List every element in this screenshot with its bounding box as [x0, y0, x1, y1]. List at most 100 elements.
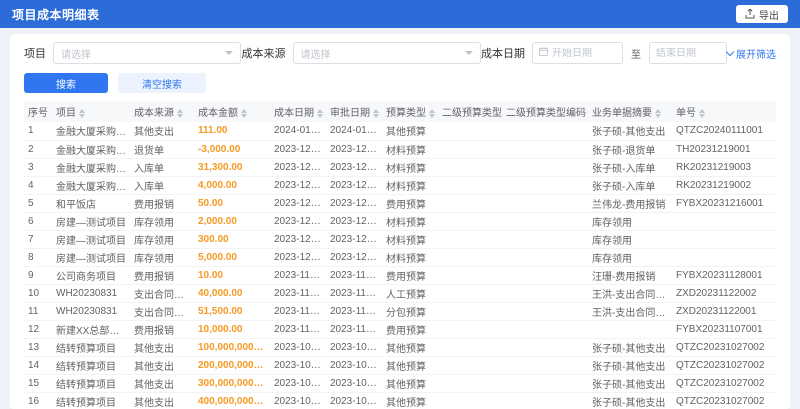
cell-project: 结转预算项目 — [52, 374, 130, 393]
cell-approve_date: 2023-12-11 — [326, 230, 382, 249]
column-header[interactable]: 成本日期 — [270, 101, 326, 122]
column-label: 二级预算类型 — [442, 108, 502, 119]
table-row[interactable]: 10 WH20230831 支出合同执行 40,000.00 2023-11-22 202… — [24, 284, 776, 303]
cell-source: 库存领用 — [130, 248, 194, 267]
table-row[interactable]: 3 金融大厦采购项目 入库单 31,300.00 2023-12-19 2023-12-1… — [24, 158, 776, 177]
cell-doc_title: 张子硕-入库单 — [588, 176, 672, 195]
cell-doc_no: QTZC20231027002 — [672, 356, 776, 375]
column-label: 成本金额 — [198, 108, 238, 119]
column-header[interactable]: 成本来源 — [130, 101, 194, 122]
table-row[interactable]: 2 金融大厦采购项目 退货单 -3,000.00 2023-12-19 2023-12-1… — [24, 140, 776, 159]
column-header[interactable]: 项目 — [52, 101, 130, 122]
cell-sub_code — [502, 176, 588, 195]
cell-approve_date: 2023-10-27 — [326, 374, 382, 393]
table-row[interactable]: 16 结转预算项目 其他支出 400,000,000.00 2023-10-27 2023… — [24, 392, 776, 409]
sort-icon[interactable] — [177, 108, 183, 118]
export-button[interactable]: 导出 — [736, 5, 788, 23]
expand-filter-link[interactable]: 展开筛选 — [725, 46, 776, 61]
cell-sub_type — [438, 284, 502, 303]
cell-doc_no — [672, 248, 776, 267]
table-row[interactable]: 1 金融大厦采购项目 其他支出 111.00 2024-01-11 2024-01-11 其… — [24, 122, 776, 141]
cell-source: 退货单 — [130, 140, 194, 159]
content-card: 项目 请选择 成本来源 请选择 成本日期 至 — [10, 34, 790, 409]
table-row[interactable]: 5 和平饭店 费用报销 50.00 2023-12-16 2023-12-16 费用预算 兰伟… — [24, 194, 776, 213]
cell-sub_type — [438, 248, 502, 267]
sort-icon[interactable] — [429, 108, 435, 118]
cell-source: 库存领用 — [130, 230, 194, 249]
column-header[interactable]: 审批日期 — [326, 101, 382, 122]
cell-sub_type — [438, 392, 502, 409]
cell-amount: 51,500.00 — [194, 302, 270, 321]
search-button[interactable]: 搜索 — [24, 73, 108, 93]
column-header[interactable]: 单号 — [672, 101, 776, 122]
sort-icon[interactable] — [79, 108, 85, 118]
column-header[interactable]: 二级预算类型编码 — [502, 101, 588, 122]
action-buttons: 搜索 清空搜索 — [24, 73, 776, 93]
sort-icon[interactable] — [241, 108, 247, 118]
cell-budget_type: 材料预算 — [382, 140, 438, 159]
sort-icon[interactable] — [655, 108, 661, 118]
date-start-input[interactable] — [552, 47, 616, 59]
cell-cost_date: 2023-12-19 — [270, 176, 326, 195]
cell-amount: 4,000.00 — [194, 176, 270, 195]
sort-icon[interactable] — [373, 108, 379, 118]
cell-source: 费用报销 — [130, 194, 194, 213]
cell-sub_type — [438, 212, 502, 231]
source-select[interactable]: 请选择 — [292, 42, 481, 64]
column-header[interactable]: 成本金额 — [194, 101, 270, 122]
cell-amount: 10.00 — [194, 266, 270, 285]
sort-icon[interactable] — [699, 108, 705, 118]
cell-sub_type — [438, 140, 502, 159]
column-label: 预算类型 — [386, 108, 426, 119]
cell-approve_date: 2023-12-11 — [326, 212, 382, 231]
cell-approve_date: 2023-10-27 — [326, 392, 382, 409]
cell-doc_no: RK20231219003 — [672, 158, 776, 177]
cell-budget_type: 材料预算 — [382, 176, 438, 195]
cell-doc_title: 库存领用 — [588, 248, 672, 267]
cell-sub_code — [502, 284, 588, 303]
cell-cost_date: 2023-12-19 — [270, 140, 326, 159]
cell-doc_title: 兰伟龙-费用报销 — [588, 194, 672, 213]
column-label: 二级预算类型编码 — [506, 108, 586, 119]
cell-cost_date: 2023-10-27 — [270, 338, 326, 357]
cell-cost_date: 2023-12-19 — [270, 158, 326, 177]
clear-search-button[interactable]: 清空搜索 — [118, 73, 206, 93]
table-row[interactable]: 4 金融大厦采购项目 入库单 4,000.00 2023-12-19 2023-12-19… — [24, 176, 776, 195]
cell-sub_code — [502, 338, 588, 357]
project-select[interactable]: 请选择 — [53, 42, 241, 64]
date-start-box[interactable] — [532, 42, 623, 64]
source-filter-label: 成本来源 — [241, 48, 286, 60]
cell-project: 金融大厦采购项目 — [52, 140, 130, 159]
cell-cost_date: 2023-12-16 — [270, 194, 326, 213]
column-header[interactable]: 预算类型 — [382, 101, 438, 122]
cell-doc_no: FYBX20231216001 — [672, 194, 776, 213]
column-header[interactable]: 业务单据摘要 — [588, 101, 672, 122]
table-row[interactable]: 6 房建—测试项目 库存领用 2,000.00 2023-12-11 2023-12-11… — [24, 212, 776, 231]
cell-doc_title: 王洪-支出合同执行 — [588, 284, 672, 303]
cell-doc_no: QTZC20231027002 — [672, 338, 776, 357]
cell-source: 其他支出 — [130, 356, 194, 375]
table-row[interactable]: 7 房建—测试项目 库存领用 300.00 2023-12-11 2023-12-11 材料… — [24, 230, 776, 249]
cell-project: 公司商务项目 — [52, 266, 130, 285]
cell-amount: 40,000.00 — [194, 284, 270, 303]
table-header-row: 序号 项目 成本来源 成本金额 成本日期 审批日期 预算类型 二级预算类型 二级预算类型编码 业务… — [24, 101, 776, 122]
cell-doc_title: 张子硕-入库单 — [588, 158, 672, 177]
column-header[interactable]: 二级预算类型 — [438, 101, 502, 122]
table-row[interactable]: 11 WH20230831 支出合同执行 51,500.00 2023-11-22 202… — [24, 302, 776, 321]
sort-icon[interactable] — [317, 108, 323, 118]
table-row[interactable]: 8 房建—测试项目 库存领用 5,000.00 2023-12-11 2023-12-11… — [24, 248, 776, 267]
date-filter: 成本日期 至 — [481, 42, 727, 64]
table-row[interactable]: 13 结转预算项目 其他支出 100,000,000.00 2023-10-27 2023… — [24, 338, 776, 357]
cell-doc_no: QTZC20240111001 — [672, 122, 776, 141]
table-row[interactable]: 15 结转预算项目 其他支出 300,000,000.00 2023-10-27 2023… — [24, 374, 776, 393]
expand-filter-label: 展开筛选 — [736, 49, 776, 61]
cell-approve_date: 2023-11-22 — [326, 284, 382, 303]
date-range-separator: 至 — [631, 49, 641, 61]
cell-source: 支出合同执行 — [130, 302, 194, 321]
table-row[interactable]: 9 公司商务项目 费用报销 10.00 2023-11-28 2023-11-28 费用预算… — [24, 266, 776, 285]
cell-project: 结转预算项目 — [52, 392, 130, 409]
date-end-box[interactable] — [649, 42, 727, 64]
table-row[interactable]: 14 结转预算项目 其他支出 200,000,000.00 2023-10-27 2023… — [24, 356, 776, 375]
table-row[interactable]: 12新建XX总部大厦工程二期费用报销10,000.002023-11-07202… — [24, 320, 776, 339]
date-end-input[interactable] — [656, 47, 720, 59]
